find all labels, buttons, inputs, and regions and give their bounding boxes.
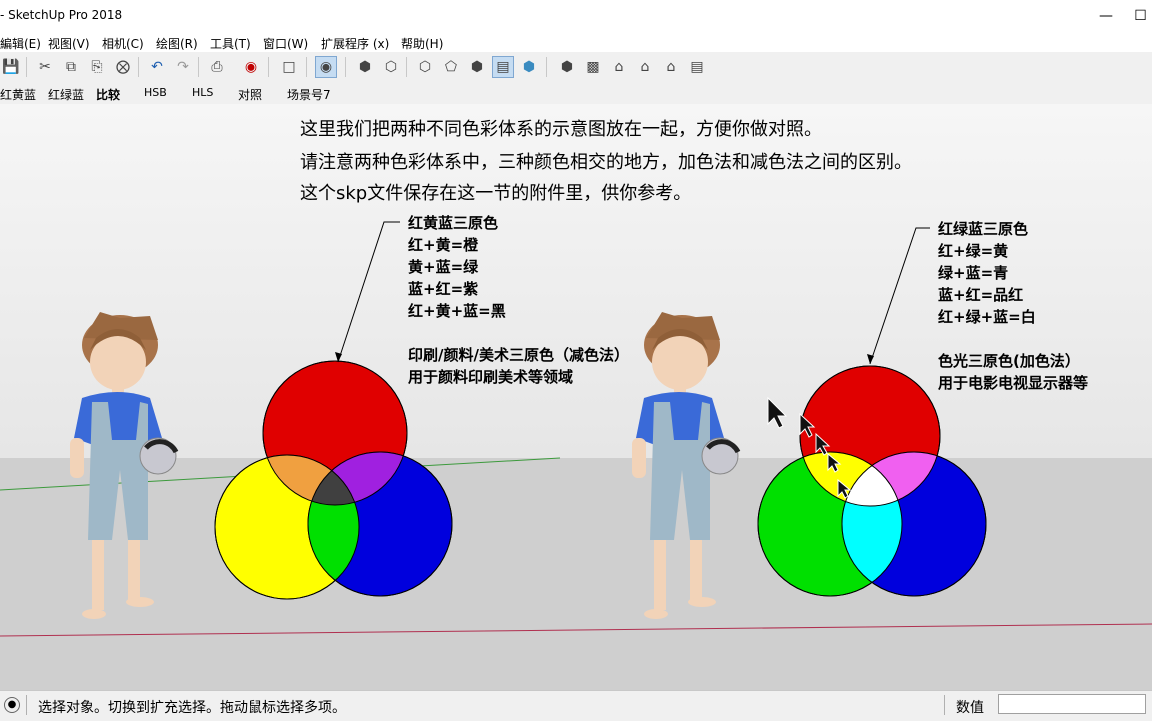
cut-icon[interactable]: ✂ bbox=[34, 56, 56, 78]
menu-bar: 編辑(E) 视图(V) 相机(C) 绘图(R) 工具(T) 窗口(W) 扩展程序… bbox=[0, 32, 1152, 52]
measurements-input[interactable] bbox=[998, 694, 1146, 714]
model-viewport[interactable]: 这里我们把两种不同色彩体系的示意图放在一起，方便你做对照。 请注意两种色彩体系中… bbox=[0, 104, 1152, 690]
menu-draw[interactable]: 绘图(R) bbox=[156, 35, 198, 52]
right-view-icon[interactable]: ⌂ bbox=[634, 56, 656, 78]
scene-tab-hsb[interactable]: HSB bbox=[144, 86, 167, 99]
scene-tab-contrast[interactable]: 对照 bbox=[238, 86, 262, 103]
undo-icon[interactable]: ↶ bbox=[146, 56, 168, 78]
save-icon[interactable]: 💾 bbox=[0, 56, 22, 78]
erase-icon[interactable]: ⨂ bbox=[112, 56, 134, 78]
wireframe-style-icon[interactable]: ⬡ bbox=[414, 56, 436, 78]
menu-help[interactable]: 帮助(H) bbox=[401, 35, 443, 52]
toolbar-separator bbox=[546, 57, 547, 77]
camera-icon[interactable]: ◉ bbox=[315, 56, 337, 78]
label-line: 红+黄=橙 bbox=[408, 236, 479, 254]
status-separator bbox=[944, 695, 945, 715]
label-desc: 色光三原色(加色法） bbox=[938, 352, 1080, 370]
note-line-3: 这个skp文件保存在这一节的附件里，供你参考。 bbox=[300, 183, 692, 204]
xray-style-icon[interactable]: ⬢ bbox=[354, 56, 376, 78]
label-line: 黄+蓝=绿 bbox=[408, 258, 479, 276]
title-bar: - SketchUp Pro 2018 — ☐ bbox=[0, 0, 1152, 32]
menu-extensions[interactable]: 扩展程序 (x) bbox=[321, 35, 389, 52]
scene-tabs: 红黄蓝 红绿蓝 比较 HSB HLS 对照 场景号7 bbox=[0, 82, 1152, 105]
menu-tools[interactable]: 工具(T) bbox=[210, 35, 251, 52]
top-view-icon[interactable]: ▩ bbox=[582, 56, 604, 78]
label-title: 红绿蓝三原色 bbox=[938, 220, 1029, 238]
scene-tab-7[interactable]: 场景号7 bbox=[287, 86, 331, 103]
toolbar-separator bbox=[26, 57, 27, 77]
paste-icon[interactable]: ⎘ bbox=[86, 56, 108, 78]
monochrome-style-icon[interactable]: ⬢ bbox=[518, 56, 540, 78]
label-line: 绿+蓝=青 bbox=[938, 264, 1009, 282]
toolbar-separator bbox=[198, 57, 199, 77]
user-icon[interactable]: ● bbox=[4, 697, 20, 713]
hidden-line-style-icon[interactable]: ⬠ bbox=[440, 56, 462, 78]
toolbar-separator bbox=[345, 57, 346, 77]
toolbar-separator bbox=[306, 57, 307, 77]
measurements-label: 数值 bbox=[956, 700, 984, 716]
subtractive-label: 红黄蓝三原色 红+黄=橙 黄+蓝=绿 蓝+红=紫 红+黄+蓝=黑 印刷/颜料/美… bbox=[408, 212, 629, 388]
toolbar-separator bbox=[406, 57, 407, 77]
model-info-icon[interactable]: ◉ bbox=[240, 56, 262, 78]
window-title: - SketchUp Pro 2018 bbox=[0, 8, 123, 22]
back-edges-style-icon[interactable]: ⬡ bbox=[380, 56, 402, 78]
minimize-button[interactable]: — bbox=[1083, 0, 1129, 32]
left-view-icon[interactable]: ▤ bbox=[686, 56, 708, 78]
label-line: 红+绿=黄 bbox=[938, 242, 1009, 260]
redo-icon[interactable]: ↷ bbox=[172, 56, 194, 78]
toolbar: 💾 ✂ ⧉ ⎘ ⨂ ↶ ↷ ⎙ ◉ □ ◉ ⬢ ⬡ ⬡ ⬠ ⬢ ▤ ⬢ ⬢ ▩ … bbox=[0, 52, 1152, 83]
print-icon[interactable]: ⎙ bbox=[206, 56, 228, 78]
scene-tab-hls[interactable]: HLS bbox=[192, 86, 213, 99]
note-line-1: 这里我们把两种不同色彩体系的示意图放在一起，方便你做对照。 bbox=[300, 119, 822, 140]
toolbar-separator bbox=[268, 57, 269, 77]
menu-window[interactable]: 窗口(W) bbox=[263, 35, 308, 52]
front-view-icon[interactable]: ⌂ bbox=[608, 56, 630, 78]
additive-label: 红绿蓝三原色 红+绿=黄 绿+蓝=青 蓝+红=品红 红+绿+蓝=白 色光三原色(… bbox=[938, 218, 1088, 394]
label-title: 红黄蓝三原色 bbox=[408, 214, 499, 232]
scene-tab-compare[interactable]: 比较 bbox=[96, 86, 120, 103]
label-line: 蓝+红=品红 bbox=[938, 286, 1024, 304]
copy-icon[interactable]: ⧉ bbox=[60, 56, 82, 78]
scene-tab-rgb-green[interactable]: 红绿蓝 bbox=[48, 86, 84, 103]
iso-view-icon[interactable]: ⬢ bbox=[556, 56, 578, 78]
status-separator bbox=[26, 695, 27, 715]
label-line: 蓝+红=紫 bbox=[408, 280, 479, 298]
large-page-icon[interactable]: □ bbox=[278, 56, 300, 78]
label-line: 红+绿+蓝=白 bbox=[938, 308, 1036, 326]
status-bar: ● 选择对象。切换到扩充选择。拖动鼠标选择多项。 数值 bbox=[0, 690, 1152, 721]
menu-edit[interactable]: 編辑(E) bbox=[0, 35, 41, 52]
maximize-button[interactable]: ☐ bbox=[1129, 0, 1152, 32]
label-desc: 印刷/颜料/美术三原色（减色法） bbox=[408, 346, 629, 364]
shaded-textures-style-icon[interactable]: ▤ bbox=[492, 56, 514, 78]
menu-camera[interactable]: 相机(C) bbox=[102, 35, 144, 52]
toolbar-separator bbox=[138, 57, 139, 77]
label-desc: 用于颜料印刷美术等领域 bbox=[408, 368, 574, 386]
back-view-icon[interactable]: ⌂ bbox=[660, 56, 682, 78]
label-desc: 用于电影电视显示器等 bbox=[938, 374, 1089, 392]
status-message: 选择对象。切换到扩充选择。拖动鼠标选择多项。 bbox=[38, 700, 346, 716]
note-line-2: 请注意两种色彩体系中，三种颜色相交的地方，加色法和减色法之间的区别。 bbox=[300, 152, 912, 173]
scene-tab-rgb-yellow[interactable]: 红黄蓝 bbox=[0, 86, 36, 103]
shaded-style-icon[interactable]: ⬢ bbox=[466, 56, 488, 78]
label-line: 红+黄+蓝=黑 bbox=[408, 302, 506, 320]
menu-view[interactable]: 视图(V) bbox=[48, 35, 90, 52]
